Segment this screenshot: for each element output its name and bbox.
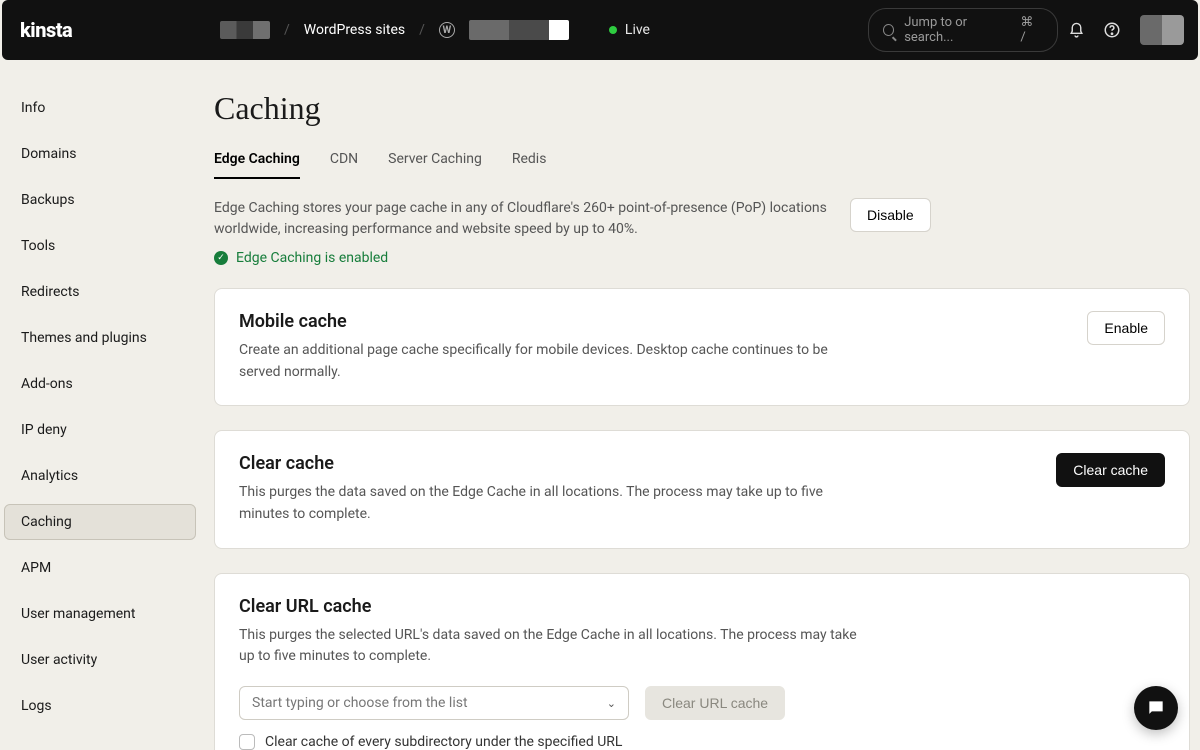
sidebar-item-label: Analytics <box>21 468 78 484</box>
status-text: Edge Caching is enabled <box>236 250 388 266</box>
page-title: Caching <box>214 90 1190 127</box>
search-icon <box>883 24 894 36</box>
status-dot-icon <box>609 26 617 34</box>
sidebar-item-label: Add-ons <box>21 376 73 392</box>
help-button[interactable] <box>1094 12 1130 48</box>
sidebar-item-label: Redirects <box>21 284 80 300</box>
url-select-placeholder: Start typing or choose from the list <box>252 695 468 711</box>
sidebar-item-label: Domains <box>21 146 76 162</box>
breadcrumb-site[interactable] <box>469 20 569 40</box>
subdirectory-checkbox-row[interactable]: Clear cache of every subdirectory under … <box>239 734 1165 750</box>
clear-cache-title: Clear cache <box>239 453 1040 474</box>
clear-cache-card: Clear cache This purges the data saved o… <box>214 430 1190 548</box>
tab-server-caching[interactable]: Server Caching <box>388 151 482 179</box>
sidebar-item-user-management[interactable]: User management <box>4 596 196 632</box>
mobile-cache-description: Create an additional page cache specific… <box>239 340 859 383</box>
subdirectory-checkbox-label: Clear cache of every subdirectory under … <box>265 734 622 750</box>
sidebar-item-label: User management <box>21 606 135 622</box>
sidebar-item-ip-deny[interactable]: IP deny <box>4 412 196 448</box>
tab-cdn[interactable]: CDN <box>330 151 358 179</box>
sidebar-item-caching[interactable]: Caching <box>4 504 196 540</box>
breadcrumb-org[interactable] <box>220 21 270 39</box>
sidebar-item-info[interactable]: Info <box>4 90 196 126</box>
sidebar: Info Domains Backups Tools Redirects The… <box>0 60 200 750</box>
mobile-cache-card: Mobile cache Create an additional page c… <box>214 288 1190 406</box>
sidebar-item-label: Logs <box>21 698 52 714</box>
sidebar-item-apm[interactable]: APM <box>4 550 196 586</box>
sidebar-item-redirects[interactable]: Redirects <box>4 274 196 310</box>
sidebar-item-backups[interactable]: Backups <box>4 182 196 218</box>
clear-cache-description: This purges the data saved on the Edge C… <box>239 482 859 525</box>
url-select[interactable]: Start typing or choose from the list ⌄ <box>239 686 629 720</box>
sidebar-item-label: Caching <box>21 514 72 530</box>
check-circle-icon: ✓ <box>214 251 228 265</box>
sidebar-item-user-activity[interactable]: User activity <box>4 642 196 678</box>
sidebar-item-label: Tools <box>21 238 55 254</box>
sidebar-item-label: APM <box>21 560 51 576</box>
sidebar-item-label: User activity <box>21 652 97 668</box>
tabs: Edge Caching CDN Server Caching Redis <box>214 151 1190 180</box>
chat-widget[interactable] <box>1134 686 1178 730</box>
logo[interactable]: kinsta <box>20 18 220 42</box>
environment-label: Live <box>625 22 650 38</box>
sidebar-item-label: Themes and plugins <box>21 330 147 346</box>
sidebar-item-addons[interactable]: Add-ons <box>4 366 196 402</box>
sidebar-item-logs[interactable]: Logs <box>4 688 196 724</box>
sidebar-item-domains[interactable]: Domains <box>4 136 196 172</box>
mobile-cache-title: Mobile cache <box>239 311 1071 332</box>
intro-description: Edge Caching stores your page cache in a… <box>214 198 834 240</box>
clear-cache-button[interactable]: Clear cache <box>1056 453 1165 487</box>
breadcrumb-separator: / <box>419 22 425 38</box>
sidebar-item-label: Info <box>21 100 45 116</box>
sidebar-item-tools[interactable]: Tools <box>4 228 196 264</box>
environment-selector[interactable]: Live <box>609 22 650 38</box>
sidebar-item-themes-plugins[interactable]: Themes and plugins <box>4 320 196 356</box>
disable-button[interactable]: Disable <box>850 198 931 232</box>
sidebar-item-analytics[interactable]: Analytics <box>4 458 196 494</box>
main-content: Caching Edge Caching CDN Server Caching … <box>200 60 1200 750</box>
breadcrumb-wordpress-sites[interactable]: WordPress sites <box>304 22 405 38</box>
help-icon <box>1103 21 1121 39</box>
search-placeholder: Jump to or search... <box>904 15 1010 45</box>
clear-url-cache-description: This purges the selected URL's data save… <box>239 625 859 668</box>
tab-edge-caching[interactable]: Edge Caching <box>214 151 300 179</box>
status-badge: ✓ Edge Caching is enabled <box>214 250 1190 266</box>
sidebar-item-label: IP deny <box>21 422 67 438</box>
clear-url-cache-card: Clear URL cache This purges the selected… <box>214 573 1190 750</box>
chevron-down-icon: ⌄ <box>607 697 616 710</box>
clear-url-cache-button[interactable]: Clear URL cache <box>645 686 785 720</box>
sidebar-item-label: Backups <box>21 192 75 208</box>
search-input[interactable]: Jump to or search... ⌘ / <box>868 8 1058 52</box>
notifications-button[interactable] <box>1058 12 1094 48</box>
chat-icon <box>1146 698 1166 718</box>
enable-mobile-cache-button[interactable]: Enable <box>1087 311 1165 345</box>
bell-icon <box>1068 22 1085 39</box>
breadcrumb-separator: / <box>284 22 290 38</box>
subdirectory-checkbox[interactable] <box>239 734 255 750</box>
app-header: kinsta / WordPress sites / W Live Jump t… <box>2 0 1198 60</box>
account-menu[interactable] <box>1140 15 1184 45</box>
clear-url-cache-title: Clear URL cache <box>239 596 1165 617</box>
breadcrumb: / WordPress sites / W <box>220 20 569 40</box>
search-shortcut: ⌘ / <box>1020 15 1043 45</box>
tab-redis[interactable]: Redis <box>512 151 547 179</box>
wordpress-icon: W <box>439 22 455 38</box>
